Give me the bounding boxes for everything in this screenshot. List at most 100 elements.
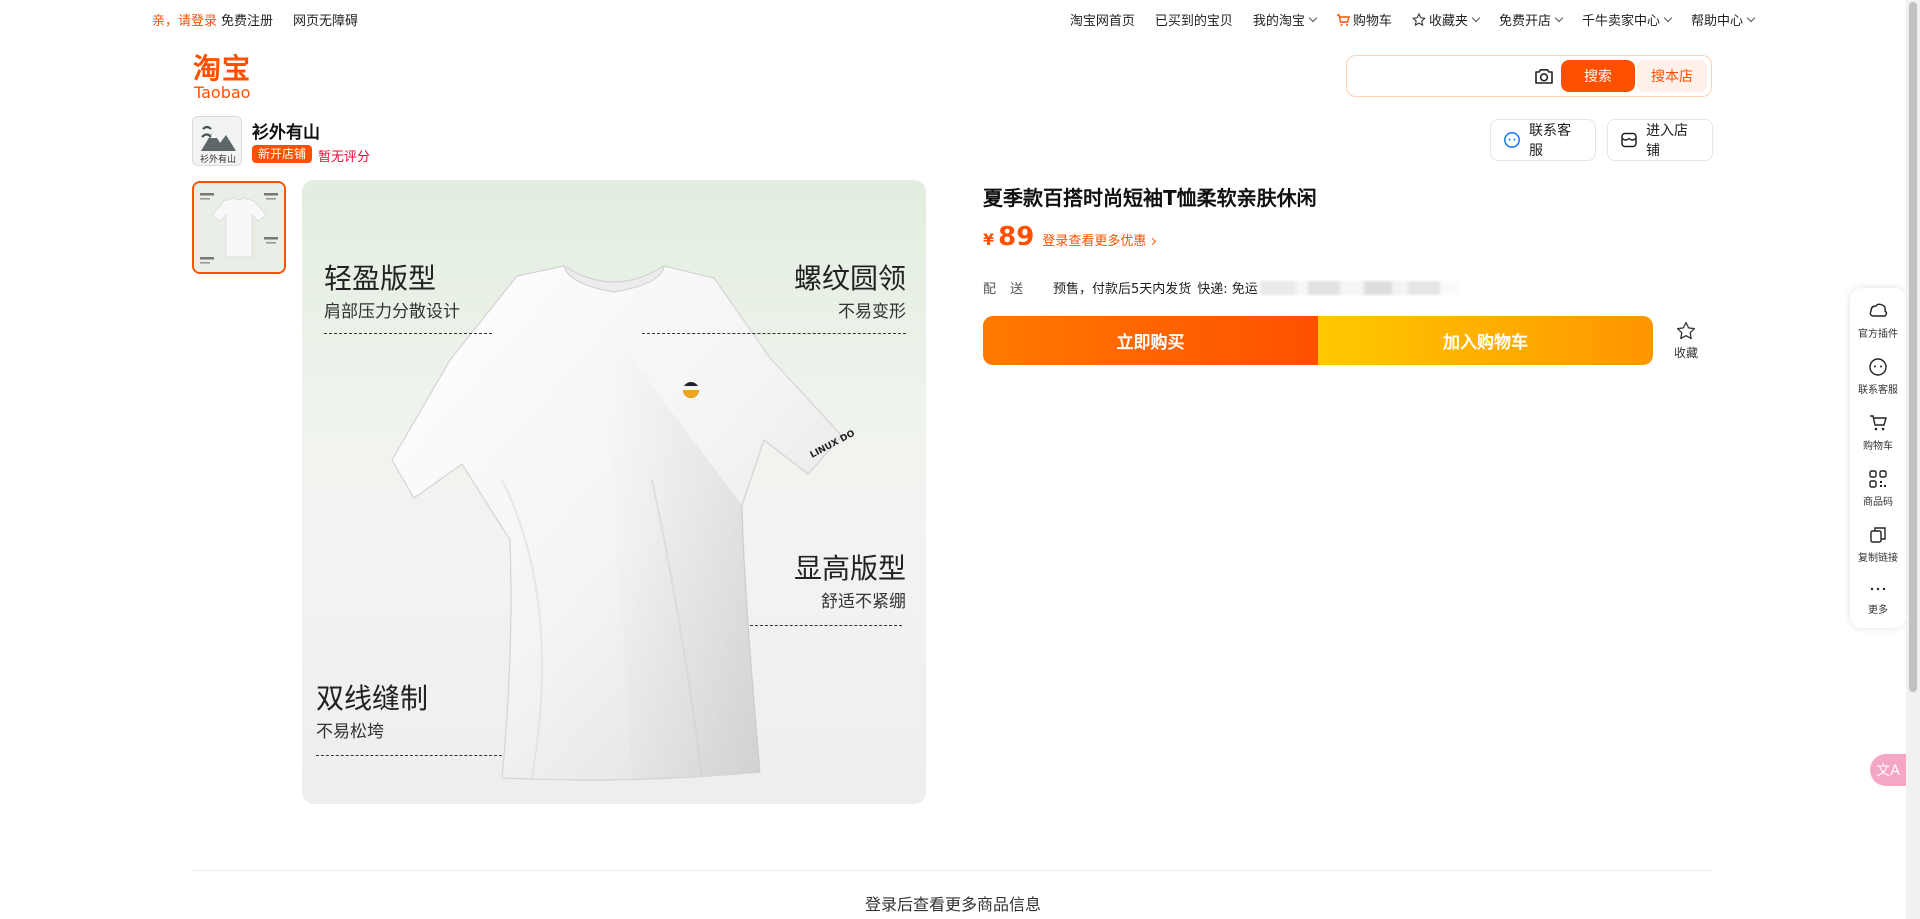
search-box: 搜索 搜本店	[1346, 55, 1712, 97]
express-info: 快递: 免运	[1197, 282, 1258, 297]
nav-help-label: 帮助中心	[1690, 14, 1743, 29]
chevron-down-icon	[1554, 13, 1564, 23]
store-icon	[1620, 131, 1638, 149]
feature-divider	[316, 755, 502, 756]
nav-my-taobao-label: 我的淘宝	[1252, 14, 1305, 29]
store-avatar[interactable]: 衫外有山	[192, 116, 242, 166]
logo-en: Taobao	[194, 83, 251, 102]
feature-title: 双线缝制	[316, 682, 429, 715]
chevron-down-icon	[1471, 13, 1481, 23]
toolbar-cart[interactable]: 购物车	[1850, 412, 1906, 452]
nav-open-store-label: 免费开店	[1498, 14, 1551, 29]
main-product-image[interactable]: LINUX DO 轻盈版型 肩部压力分散设计 螺纹圆领 不易变形 显高版型 舒适…	[302, 180, 926, 804]
site-topbar: 亲，请登录 免费注册 网页无障碍 淘宝网首页 已买到的宝贝 我的淘宝 购物车 收…	[0, 0, 1906, 36]
feature-title: 显高版型	[793, 552, 906, 585]
camera-search-icon[interactable]	[1532, 64, 1556, 88]
section-divider	[192, 870, 1713, 871]
price-currency: ¥	[983, 230, 995, 249]
nav-seller-center[interactable]: 千牛卖家中心	[1581, 10, 1673, 29]
shipping-row: 配送 预售，付款后5天内发货 快递: 免运	[983, 278, 1460, 297]
enter-store-button[interactable]: 进入店铺	[1607, 119, 1713, 161]
price-more-link[interactable]: 登录查看更多优惠	[1042, 230, 1157, 249]
blurred-address	[1259, 280, 1460, 295]
nav-bought[interactable]: 已买到的宝贝	[1155, 10, 1233, 29]
toolbar-more[interactable]: 更多	[1850, 580, 1906, 616]
accessibility-link[interactable]: 网页无障碍	[293, 10, 358, 29]
price-row: ¥ 89 登录查看更多优惠	[983, 222, 1157, 252]
nav-help[interactable]: 帮助中心	[1690, 10, 1756, 29]
feature-subtitle: 不易松垮	[316, 722, 384, 742]
nav-cart[interactable]: 购物车	[1336, 10, 1392, 29]
toolbar-service[interactable]: 联系客服	[1850, 356, 1906, 396]
store-new-badge: 新开店铺	[252, 145, 313, 163]
toolbar-plugin-label: 官方插件	[1858, 329, 1898, 340]
toolbar-cart-label: 购物车	[1863, 441, 1893, 452]
topbar-right: 淘宝网首页 已买到的宝贝 我的淘宝 购物车 收藏夹 免费开店 千牛卖家中心 帮助…	[1070, 10, 1756, 29]
nav-home-label: 淘宝网首页	[1069, 14, 1135, 29]
feature-subtitle: 舒适不紧绷	[821, 592, 906, 612]
toolbar-plugin[interactable]: 官方插件	[1850, 300, 1906, 340]
chevron-down-icon	[1663, 13, 1673, 23]
nav-bought-label: 已买到的宝贝	[1154, 14, 1233, 29]
nav-favorites[interactable]: 收藏夹	[1411, 10, 1481, 29]
login-more-info: 登录后查看更多商品信息	[864, 895, 1041, 914]
qr-icon	[1869, 470, 1887, 488]
topbar-left: 亲，请登录 免费注册 网页无障碍	[152, 10, 358, 29]
chevron-down-icon	[1308, 13, 1318, 23]
login-link[interactable]: 亲，请登录	[152, 10, 217, 29]
register-link[interactable]: 免费注册	[221, 10, 273, 29]
chevron-right-icon	[1149, 237, 1157, 246]
star-icon	[1411, 12, 1426, 27]
feature-divider	[324, 333, 492, 334]
feature-divider	[642, 333, 906, 334]
chevron-down-icon	[1746, 13, 1756, 23]
add-to-cart-button[interactable]: 加入购物车	[1318, 316, 1653, 365]
contact-service-button[interactable]: 联系客服	[1490, 119, 1596, 161]
buy-now-button[interactable]: 立即购买	[983, 316, 1318, 365]
enter-store-label: 进入店铺	[1646, 123, 1688, 159]
taobao-logo[interactable]: 淘宝 Taobao	[193, 52, 263, 102]
feature-title: 螺纹圆领	[793, 262, 906, 295]
feature-divider	[750, 625, 902, 626]
toolbar-copy[interactable]: 复制链接	[1850, 524, 1906, 564]
store-rating: 暂无评分	[318, 150, 371, 165]
cloud-icon	[1869, 303, 1888, 317]
copy-icon	[1870, 527, 1886, 543]
gallery-thumbnail[interactable]	[192, 181, 286, 274]
cart-icon	[1336, 13, 1350, 26]
feature-double-stitch: 双线缝制 不易松垮	[316, 682, 428, 744]
translate-button[interactable]: 文A	[1870, 754, 1906, 786]
nav-open-store[interactable]: 免费开店	[1498, 10, 1564, 29]
search-store-button[interactable]: 搜本店	[1637, 60, 1707, 92]
feature-subtitle: 肩部压力分散设计	[324, 302, 460, 322]
toolbar-qr[interactable]: 商品码	[1850, 468, 1906, 508]
service-chat-icon	[1503, 131, 1521, 149]
toolbar-service-label: 联系客服	[1858, 385, 1898, 396]
nav-favorites-label: 收藏夹	[1428, 14, 1468, 29]
price-value: 89	[998, 222, 1035, 252]
search-input[interactable]	[1355, 62, 1525, 90]
contact-service-label: 联系客服	[1529, 123, 1571, 159]
nav-home[interactable]: 淘宝网首页	[1070, 10, 1135, 29]
product-title: 夏季款百搭时尚短袖T恤柔软亲肤休闲	[983, 186, 1317, 210]
favorite-button[interactable]: 收藏	[1668, 320, 1704, 361]
floating-toolbar: 官方插件 联系客服 购物车 商品码 复制链接 更多	[1850, 288, 1906, 628]
chat-icon	[1869, 358, 1887, 376]
shipping-label: 配送	[983, 282, 1038, 297]
store-avatar-text: 衫外有山	[200, 153, 236, 165]
nav-seller-center-label: 千牛卖家中心	[1581, 14, 1660, 29]
search-button[interactable]: 搜索	[1561, 60, 1635, 92]
page-scrollbar-thumb[interactable]	[1909, 2, 1917, 692]
logo-cn: 淘宝	[193, 52, 252, 85]
feature-title: 轻盈版型	[324, 262, 437, 295]
store-name[interactable]: 衫外有山	[252, 118, 320, 143]
feature-tall-fit: 显高版型 舒适不紧绷	[766, 552, 906, 614]
nav-cart-label: 购物车	[1352, 14, 1392, 29]
product-page: 亲，请登录 免费注册 网页无障碍 淘宝网首页 已买到的宝贝 我的淘宝 购物车 收…	[0, 0, 1920, 919]
shipping-value: 预售，付款后5天内发货	[1053, 282, 1192, 297]
toolbar-copy-label: 复制链接	[1858, 553, 1898, 564]
feature-rib-collar: 螺纹圆领 不易变形	[786, 262, 906, 324]
feature-light-fit: 轻盈版型 肩部压力分散设计	[324, 262, 460, 324]
toolbar-qr-label: 商品码	[1863, 497, 1893, 508]
nav-my-taobao[interactable]: 我的淘宝	[1252, 10, 1318, 29]
